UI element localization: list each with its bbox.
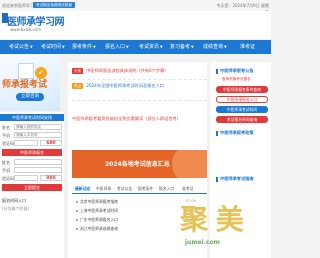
- news-hot-text: 2024年全国中医师承考试时间及报名入口: [86, 83, 164, 88]
- captcha-image[interactable]: 680: [40, 140, 62, 146]
- banner-headline: 师承报考试: [2, 80, 48, 90]
- name-label: 姓名: [2, 160, 10, 165]
- nav-item-label: 报名入口: [105, 44, 126, 50]
- registration-note: (分为两个阶段): [2, 206, 30, 211]
- nav-item-register[interactable]: 报名入口▼: [105, 43, 129, 50]
- right-panel-subtitle: 医师资格考试报名: [222, 77, 251, 81]
- right-panel-title-text: 中医师承报考政策: [220, 130, 254, 135]
- chevron-down-icon: ▼: [191, 45, 194, 49]
- nav-item-label: 准考证: [240, 44, 256, 50]
- phone-input[interactable]: [14, 132, 62, 138]
- nav-item-label: 成绩查询: [203, 44, 224, 50]
- chevron-down-icon: ▼: [160, 45, 163, 49]
- main-nav: 考试公告▼ 考试时间▼ 报考条件▼ 报名入口▼ 考试资讯▼ 复习备考▼ 成绩查询…: [0, 40, 271, 54]
- site-logo-title[interactable]: 医师承学习网: [7, 13, 65, 28]
- list-item-text: 浙江中医师承成绩查询: [80, 226, 118, 231]
- register-button[interactable]: 中医师承报名: [2, 149, 62, 156]
- list-item-text: 上海中医师承考试时间: [80, 208, 118, 213]
- title-bar-icon: [216, 176, 218, 182]
- tab-notice[interactable]: 考试公告: [117, 186, 132, 192]
- right-panel-title: 中医师承报考公告: [216, 68, 254, 74]
- registration-time-button[interactable]: 考试报名时间查询: [216, 116, 268, 123]
- bullet-icon: [76, 228, 78, 230]
- nav-item-exam-notice[interactable]: 考试公告▼: [9, 43, 33, 50]
- right-panel-title: 中医师承报考政策: [216, 130, 254, 136]
- tab-requirements[interactable]: 报考条件: [138, 186, 153, 192]
- phone-label: 手机: [2, 168, 10, 173]
- nav-item-review[interactable]: 复习备考▼: [170, 43, 194, 50]
- chevron-down-icon: ▼: [62, 45, 65, 49]
- requirements-query-button[interactable]: 中医师承报考条件查询: [216, 86, 268, 93]
- news-text: 中医师承报考要用各省份全免优惠解读（部分人群适合考）: [72, 116, 181, 121]
- nav-item-exam-time[interactable]: 考试时间▼: [41, 43, 65, 50]
- list-item-text: 广东中医师承报名入口: [80, 217, 118, 222]
- nav-item-label: 复习备考: [170, 44, 191, 50]
- nav-item-label: 考试公告: [9, 44, 30, 50]
- info-summary-banner[interactable]: 2024各地考试信息汇总: [72, 150, 207, 178]
- right-panel-title: 中医师承考试指南: [216, 176, 254, 182]
- promo-banner[interactable]: ✓ 师承报考试 立即咨询: [0, 55, 60, 111]
- nav-item-news[interactable]: 考试资讯▼: [139, 43, 163, 50]
- nav-item-label: 考试时间: [41, 44, 62, 50]
- nav-item-label: 考试资讯: [139, 44, 160, 50]
- bullet-icon: [76, 219, 78, 221]
- chevron-down-icon: ▼: [93, 45, 96, 49]
- registration-entry-button[interactable]: 中医师承报名入口: [216, 96, 268, 103]
- tab-latest[interactable]: 最新动态: [75, 186, 90, 192]
- news-headline-row[interactable]: 头条 中医师承报告流程具体说明（共有6个步骤）: [72, 68, 168, 74]
- list-item-text: 北京中医师承报考指南: [80, 199, 118, 204]
- bullet-icon: [76, 210, 78, 212]
- code-input[interactable]: [14, 140, 38, 146]
- tab-register[interactable]: 报名入口: [159, 186, 174, 192]
- banner-decoration: [172, 150, 207, 178]
- phone-input-2[interactable]: [14, 167, 62, 173]
- name-input[interactable]: [14, 124, 62, 130]
- name-label: 姓名: [2, 125, 10, 130]
- title-bar-icon: [216, 68, 218, 74]
- nav-item-admission[interactable]: 准考证: [240, 43, 255, 50]
- watermark-url: jumei.com: [185, 239, 220, 246]
- divider: [72, 100, 207, 101]
- title-bar-icon: [216, 130, 218, 136]
- code-label: 验证码: [2, 176, 14, 181]
- nav-item-requirements[interactable]: 报考条件▼: [72, 43, 96, 50]
- news-hot-row[interactable]: 热点 2024年全国中医师承考试时间及报名入口: [72, 83, 164, 89]
- chevron-down-icon: ▼: [126, 45, 129, 49]
- watermark-logo: 聚 美: [180, 203, 244, 236]
- code-label: 验证码: [2, 141, 14, 146]
- site-logo-url: www.bxlzk.com: [10, 27, 41, 32]
- news-headline-text: 中医师承报告流程具体说明（共有6个步骤）: [86, 68, 169, 73]
- consult-button[interactable]: 立即咨询: [16, 93, 44, 101]
- tab-mentorship[interactable]: 中医师承: [96, 186, 111, 192]
- nav-item-label: 报考条件: [72, 44, 93, 50]
- divider: [72, 79, 207, 80]
- chevron-down-icon: ▼: [30, 45, 33, 49]
- topbar-link-tag[interactable]: 考试报名免费测试频道: [33, 2, 75, 8]
- headline-badge: 头条: [72, 68, 84, 74]
- name-input-2[interactable]: [14, 159, 62, 165]
- left-panel-heading: 中医师承考试时间安排: [0, 114, 64, 121]
- chevron-down-icon: ▼: [224, 45, 227, 49]
- right-panel-title-text: 中医师承报考公告: [220, 68, 254, 73]
- registration-time-link[interactable]: 报名时间入口: [2, 198, 26, 204]
- phone-label: 手机: [2, 133, 10, 138]
- nav-item-scores[interactable]: 成绩查询▼: [203, 43, 227, 50]
- hot-badge: 热点: [72, 83, 84, 89]
- info-summary-text: 2024各地考试信息汇总: [105, 161, 170, 168]
- news-row[interactable]: 中医师承报考要用各省份全免优惠解读（部分人群适合考）: [72, 116, 181, 122]
- right-panel-title-text: 中医师承考试指南: [220, 176, 254, 181]
- news-tabs: 最新动态 中医师承 考试公告 报考条件 报名入口 准考证: [72, 185, 207, 194]
- captcha-image-2[interactable]: 880: [40, 175, 62, 181]
- submit-button[interactable]: 立即提交: [2, 184, 62, 191]
- exam-time-button[interactable]: 中医师承考试时间: [216, 106, 268, 113]
- bullet-icon: [76, 201, 78, 203]
- tab-admission[interactable]: 准考证: [182, 186, 193, 192]
- code-input-2[interactable]: [14, 175, 38, 181]
